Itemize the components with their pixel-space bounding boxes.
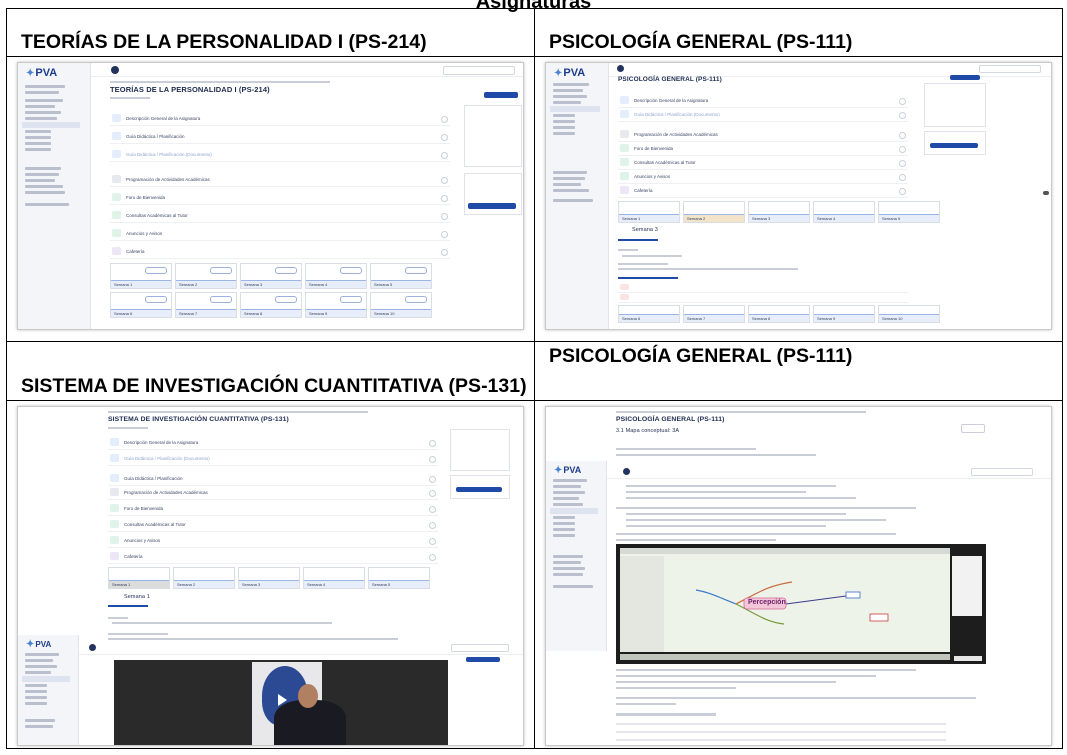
subject-label: PSICOLOGÍA GENERAL (PS-111) <box>549 31 853 54</box>
section-item[interactable]: Consultas Académicas al Tutor <box>634 160 696 165</box>
section-item[interactable]: Consultas Académicas al Tutor <box>124 522 186 527</box>
subject-label: PSICOLOGÍA GENERAL (PS-111) <box>549 344 853 367</box>
cell-header-4: PSICOLOGÍA GENERAL (PS-111) <box>534 340 1063 402</box>
week-tile[interactable]: Semana 2 <box>177 582 195 587</box>
week-tile[interactable]: Semana 3 <box>752 216 770 221</box>
sidebar: ✦PVA <box>18 63 91 330</box>
section-item[interactable]: Descripción General de la Asignatura <box>124 440 198 445</box>
section-item[interactable]: Foro de Bienvenida <box>634 146 673 151</box>
week-tile[interactable]: Semana 8 <box>752 316 770 321</box>
pva-logo: ✦PVA <box>26 67 58 80</box>
section-item[interactable]: Anuncios y Avisos <box>124 538 160 543</box>
activity-subtitle: 3.1 Mapa conceptual: 3A <box>616 428 680 435</box>
section-item[interactable]: Programación de Actividades Académicas <box>634 132 718 137</box>
week-tile[interactable]: Semana 5 <box>374 282 392 287</box>
cell-screenshot-2: ✦PVA PSICOLOGÍA GENERAL (PS-111) Descrip… <box>534 56 1063 342</box>
week-tile[interactable]: Semana 2 <box>687 216 705 221</box>
week-tile[interactable]: Semana 4 <box>817 216 835 221</box>
course-title: PSICOLOGÍA GENERAL (PS-111) <box>618 76 722 84</box>
section-item[interactable]: Programación de Actividades Académicas <box>126 177 210 182</box>
mindmap <box>695 581 889 625</box>
pva-logo: ✦PVA <box>554 465 582 477</box>
section-item[interactable]: Guía Didáctica / Planificación <box>126 134 185 139</box>
section-item[interactable]: Consultas Académicas al Tutor <box>126 213 188 218</box>
week-tile[interactable]: Semana 4 <box>307 582 325 587</box>
week-tile[interactable]: Semana 7 <box>179 311 197 316</box>
section-item[interactable]: Anuncios y Avisos <box>634 174 670 179</box>
activities-panel <box>924 83 986 128</box>
play-icon[interactable] <box>278 694 287 707</box>
section-item[interactable]: Descripción General de la Asignatura <box>634 98 708 103</box>
week-tile[interactable]: Semana 1 <box>622 216 640 221</box>
section-item[interactable]: Guía Didáctica / Planificación <box>124 476 183 481</box>
section-item[interactable]: Cafetería <box>124 554 143 559</box>
section-item[interactable]: Guía Didáctica / Planificación (Document… <box>126 152 212 157</box>
section-item[interactable]: Cafetería <box>634 188 653 193</box>
week-tile[interactable]: Semana 5 <box>372 582 390 587</box>
pva-logo: ✦PVA <box>554 67 586 80</box>
week-tile[interactable]: Semana 3 <box>244 282 262 287</box>
section-item[interactable]: Anuncios y Avisos <box>126 231 162 236</box>
week-tile[interactable]: Semana 7 <box>687 316 705 321</box>
course-title: TEORÍAS DE LA PERSONALIDAD I (PS-214) <box>110 85 270 95</box>
cell-header-3: SISTEMA DE INVESTIGACIÓN CUANTITATIVA (P… <box>6 340 535 402</box>
top-bar <box>607 465 1051 480</box>
lms-screenshot: PSICOLOGÍA GENERAL (PS-111) 3.1 Mapa con… <box>545 406 1052 747</box>
week-tile[interactable]: Semana 1 <box>114 282 132 287</box>
week-heading: Semana 1 <box>124 594 150 601</box>
section-item[interactable]: Guía Didáctica / Planificación (Document… <box>634 112 720 117</box>
cell-header-1: TEORÍAS DE LA PERSONALIDAD I (PS-214) <box>6 7 535 58</box>
sidebar: ✦PVA <box>18 635 79 746</box>
video-player[interactable] <box>114 660 448 746</box>
subject-label: SISTEMA DE INVESTIGACIÓN CUANTITATIVA (P… <box>21 375 527 398</box>
course-title: PSICOLOGÍA GENERAL (PS-111) <box>616 416 725 424</box>
week-tile[interactable]: Semana 10 <box>374 311 394 316</box>
activities-panel <box>450 429 510 472</box>
section-item[interactable]: Foro de Bienvenida <box>124 506 163 511</box>
top-bar <box>91 63 523 78</box>
week-tile[interactable]: Semana 6 <box>622 316 640 321</box>
section-item[interactable]: Foro de Bienvenida <box>126 195 165 200</box>
top-bar <box>79 641 523 656</box>
week-tile[interactable]: Semana 1 <box>112 582 130 587</box>
subject-screenshot-table: TEORÍAS DE LA PERSONALIDAD I (PS-214) PS… <box>6 7 1063 749</box>
week-tile[interactable]: Semana 4 <box>309 282 327 287</box>
week-tile[interactable]: Semana 6 <box>114 311 132 316</box>
lms-screenshot: SISTEMA DE INVESTIGACIÓN CUANTITATIVA (P… <box>17 406 524 747</box>
cell-screenshot-1: ✦PVA TEORÍAS DE LA PERSONALIDAD I (PS-21… <box>6 56 535 342</box>
mindmap-video[interactable]: Percepción <box>616 544 986 665</box>
cell-header-2: PSICOLOGÍA GENERAL (PS-111) <box>534 7 1063 58</box>
week-tile[interactable]: Semana 9 <box>817 316 835 321</box>
mindmap-central-word: Percepción <box>748 599 786 607</box>
week-tile[interactable]: Semana 3 <box>242 582 260 587</box>
activities-panel <box>464 105 522 168</box>
week-tile[interactable]: Semana 10 <box>882 316 902 321</box>
week-tile[interactable]: Semana 9 <box>309 311 327 316</box>
pva-logo: ✦PVA <box>26 639 52 651</box>
subject-label: TEORÍAS DE LA PERSONALIDAD I (PS-214) <box>21 31 427 54</box>
section-item[interactable]: Cafetería <box>126 249 145 254</box>
sidebar: ✦PVA <box>546 63 609 330</box>
week-tile[interactable]: Semana 5 <box>882 216 900 221</box>
week-tile[interactable]: Semana 2 <box>179 282 197 287</box>
section-item[interactable]: Descripción General de la Asignatura <box>126 116 200 121</box>
cell-screenshot-4: PSICOLOGÍA GENERAL (PS-111) 3.1 Mapa con… <box>534 400 1063 749</box>
lms-screenshot: ✦PVA PSICOLOGÍA GENERAL (PS-111) Descrip… <box>545 62 1052 331</box>
sidebar: ✦PVA <box>546 461 607 652</box>
section-item[interactable]: Programación de Actividades Académicas <box>124 490 208 495</box>
week-tile[interactable]: Semana 8 <box>244 311 262 316</box>
lms-screenshot: ✦PVA TEORÍAS DE LA PERSONALIDAD I (PS-21… <box>17 62 524 331</box>
section-item[interactable]: Guía Didáctica / Planificación (Document… <box>124 456 210 461</box>
course-title: SISTEMA DE INVESTIGACIÓN CUANTITATIVA (P… <box>108 416 289 424</box>
cell-screenshot-3: SISTEMA DE INVESTIGACIÓN CUANTITATIVA (P… <box>6 400 535 749</box>
week-heading: Semana 3 <box>632 227 658 234</box>
